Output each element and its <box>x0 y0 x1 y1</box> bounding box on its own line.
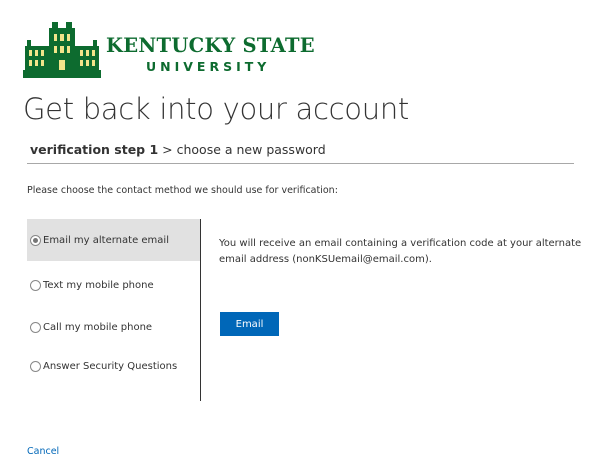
divider <box>27 163 574 164</box>
method-option-text[interactable]: Text my mobile phone <box>27 264 200 306</box>
next-step: choose a new password <box>176 142 326 157</box>
university-logo: KENTUCKY STATE UNIVERSITY <box>23 20 315 80</box>
method-option-email[interactable]: Email my alternate email <box>27 219 200 261</box>
method-option-call[interactable]: Call my mobile phone <box>27 306 200 348</box>
radio-button-icon[interactable] <box>30 360 41 372</box>
method-label: Email my alternate email <box>43 234 169 246</box>
radio-button-icon[interactable] <box>30 234 41 246</box>
method-option-security-questions[interactable]: Answer Security Questions <box>27 345 200 387</box>
method-label: Text my mobile phone <box>43 279 154 291</box>
cancel-link[interactable]: Cancel <box>27 446 59 457</box>
logo-text-secondary: UNIVERSITY <box>146 59 271 74</box>
university-building-icon <box>23 22 101 78</box>
radio-button-icon[interactable] <box>30 321 41 333</box>
email-button[interactable]: Email <box>220 312 279 336</box>
current-step: verification step 1 <box>30 142 159 157</box>
contact-method-list: Email my alternate email Text my mobile … <box>27 219 201 401</box>
step-indicator: verification step 1 > choose a new passw… <box>30 142 326 157</box>
method-label: Answer Security Questions <box>43 360 178 372</box>
page-title: Get back into your account <box>23 92 409 126</box>
radio-button-icon[interactable] <box>30 279 41 291</box>
method-label: Call my mobile phone <box>43 321 153 333</box>
logo-text-primary: KENTUCKY STATE <box>106 34 315 57</box>
step-separator: > <box>158 142 177 157</box>
instructions-text: Please choose the contact method we shou… <box>27 185 338 196</box>
verification-detail-text: You will receive an email containing a v… <box>219 238 582 265</box>
